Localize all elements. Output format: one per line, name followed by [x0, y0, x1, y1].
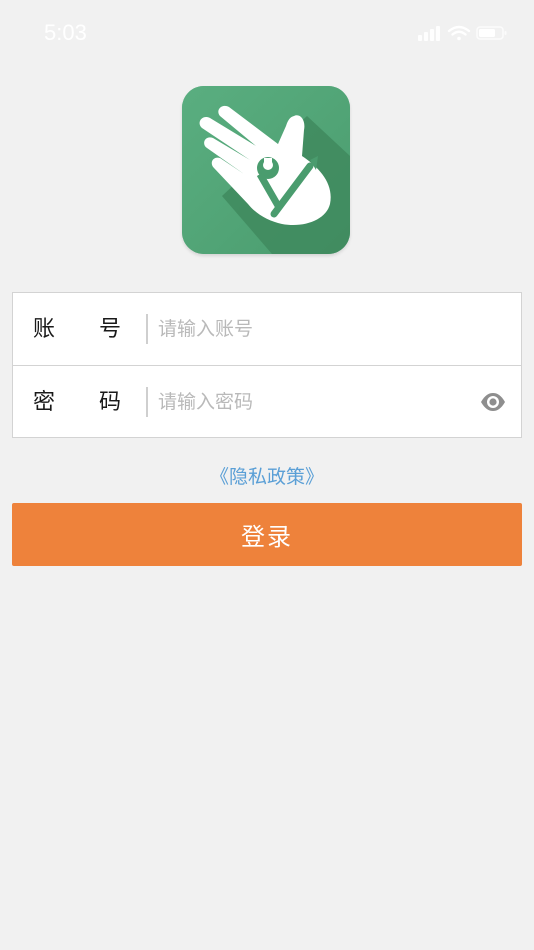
password-label: 密 码 — [33, 389, 121, 417]
password-visibility-toggle[interactable] — [479, 390, 507, 414]
app-logo — [182, 86, 350, 254]
account-label: 账 号 — [33, 316, 121, 344]
password-input[interactable] — [158, 384, 458, 420]
battery-icon — [476, 26, 507, 40]
status-bar: 5:03 — [0, 0, 534, 64]
hand-with-wrench-icon — [182, 86, 350, 254]
account-input[interactable] — [158, 311, 458, 347]
status-icons — [418, 24, 512, 42]
eye-icon — [481, 393, 505, 411]
account-row: 账 号 — [13, 293, 521, 365]
account-label-char-2: 号 — [98, 317, 121, 342]
status-time: 5:03 — [44, 20, 87, 45]
password-label-char-2: 码 — [98, 390, 121, 415]
account-label-char-1: 账 — [33, 317, 56, 342]
signal-icon — [418, 26, 440, 41]
wifi-icon — [447, 25, 471, 41]
password-label-char-1: 密 — [33, 390, 56, 415]
password-row: 密 码 — [13, 366, 521, 438]
account-separator — [146, 314, 148, 344]
password-separator — [146, 387, 148, 417]
privacy-policy-link[interactable]: 《隐私政策》 — [0, 462, 534, 489]
login-form: 账 号 密 码 — [12, 292, 522, 438]
login-button[interactable]: 登录 — [12, 503, 522, 566]
